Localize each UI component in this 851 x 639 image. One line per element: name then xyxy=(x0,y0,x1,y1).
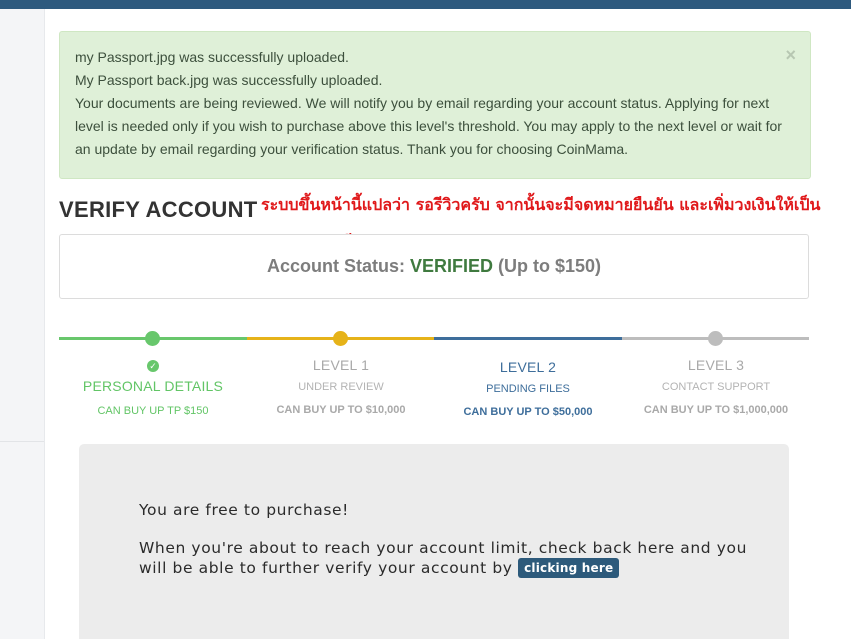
step-limit: CAN BUY UP TO $1,000,000 xyxy=(643,404,789,416)
step-dot-personal xyxy=(145,331,160,346)
top-bar xyxy=(0,0,851,9)
step-title: LEVEL 1 xyxy=(312,357,370,373)
step-dot-level-1 xyxy=(333,331,348,346)
step-personal-details[interactable]: ✓ PERSONAL DETAILS CAN BUY UP TP $150 xyxy=(59,356,247,418)
info-headline: You are free to purchase! xyxy=(139,501,349,519)
step-dot-level-3 xyxy=(708,331,723,346)
step-level-1[interactable]: LEVEL 1 UNDER REVIEW CAN BUY UP TO $10,0… xyxy=(247,356,435,417)
clicking-here-link[interactable]: clicking here xyxy=(518,558,620,578)
step-title: LEVEL 2 xyxy=(499,359,557,375)
info-text: You are free to purchase! When you're ab… xyxy=(139,501,749,578)
close-icon[interactable]: × xyxy=(785,45,796,65)
progress-segment-level-2 xyxy=(434,337,622,340)
step-status: PENDING FILES xyxy=(486,383,570,395)
alert-line-2: My Passport back.jpg was successfully up… xyxy=(75,72,383,88)
step-level-3[interactable]: LEVEL 3 CONTACT SUPPORT CAN BUY UP TO $1… xyxy=(622,356,810,417)
step-status: UNDER REVIEW xyxy=(298,381,384,393)
account-status-box: Account Status: VERIFIED (Up to $150) xyxy=(59,234,809,299)
alert-line-1: my Passport.jpg was successfully uploade… xyxy=(75,49,349,65)
page-title: VERIFY ACCOUNT xyxy=(59,197,258,222)
status-label: Account Status: xyxy=(266,256,405,276)
purchase-info-panel: You are free to purchase! When you're ab… xyxy=(79,444,789,639)
step-limit: CAN BUY UP TO $50,000 xyxy=(463,406,593,418)
status-value: VERIFIED xyxy=(409,256,493,276)
upload-success-alert: × my Passport.jpg was successfully uploa… xyxy=(59,31,811,179)
info-body-text: When you're about to reach your account … xyxy=(139,539,748,577)
step-title: PERSONAL DETAILS xyxy=(82,378,224,394)
alert-line-3: Your documents are being reviewed. We wi… xyxy=(75,95,782,157)
step-limit: CAN BUY UP TP $150 xyxy=(97,405,209,417)
step-level-2[interactable]: LEVEL 2 PENDING FILES CAN BUY UP TO $50,… xyxy=(434,358,622,419)
info-body: When you're about to reach your account … xyxy=(139,539,749,578)
sidebar-divider xyxy=(0,441,44,442)
status-limit: (Up to $150) xyxy=(498,256,602,276)
sidebar xyxy=(0,9,45,639)
check-icon: ✓ xyxy=(147,360,159,372)
step-title: LEVEL 3 xyxy=(687,357,745,373)
step-status: CONTACT SUPPORT xyxy=(661,381,771,393)
verification-stepper: ✓ PERSONAL DETAILS CAN BUY UP TP $150 LE… xyxy=(59,320,809,430)
step-limit: CAN BUY UP TO $10,000 xyxy=(276,404,406,416)
